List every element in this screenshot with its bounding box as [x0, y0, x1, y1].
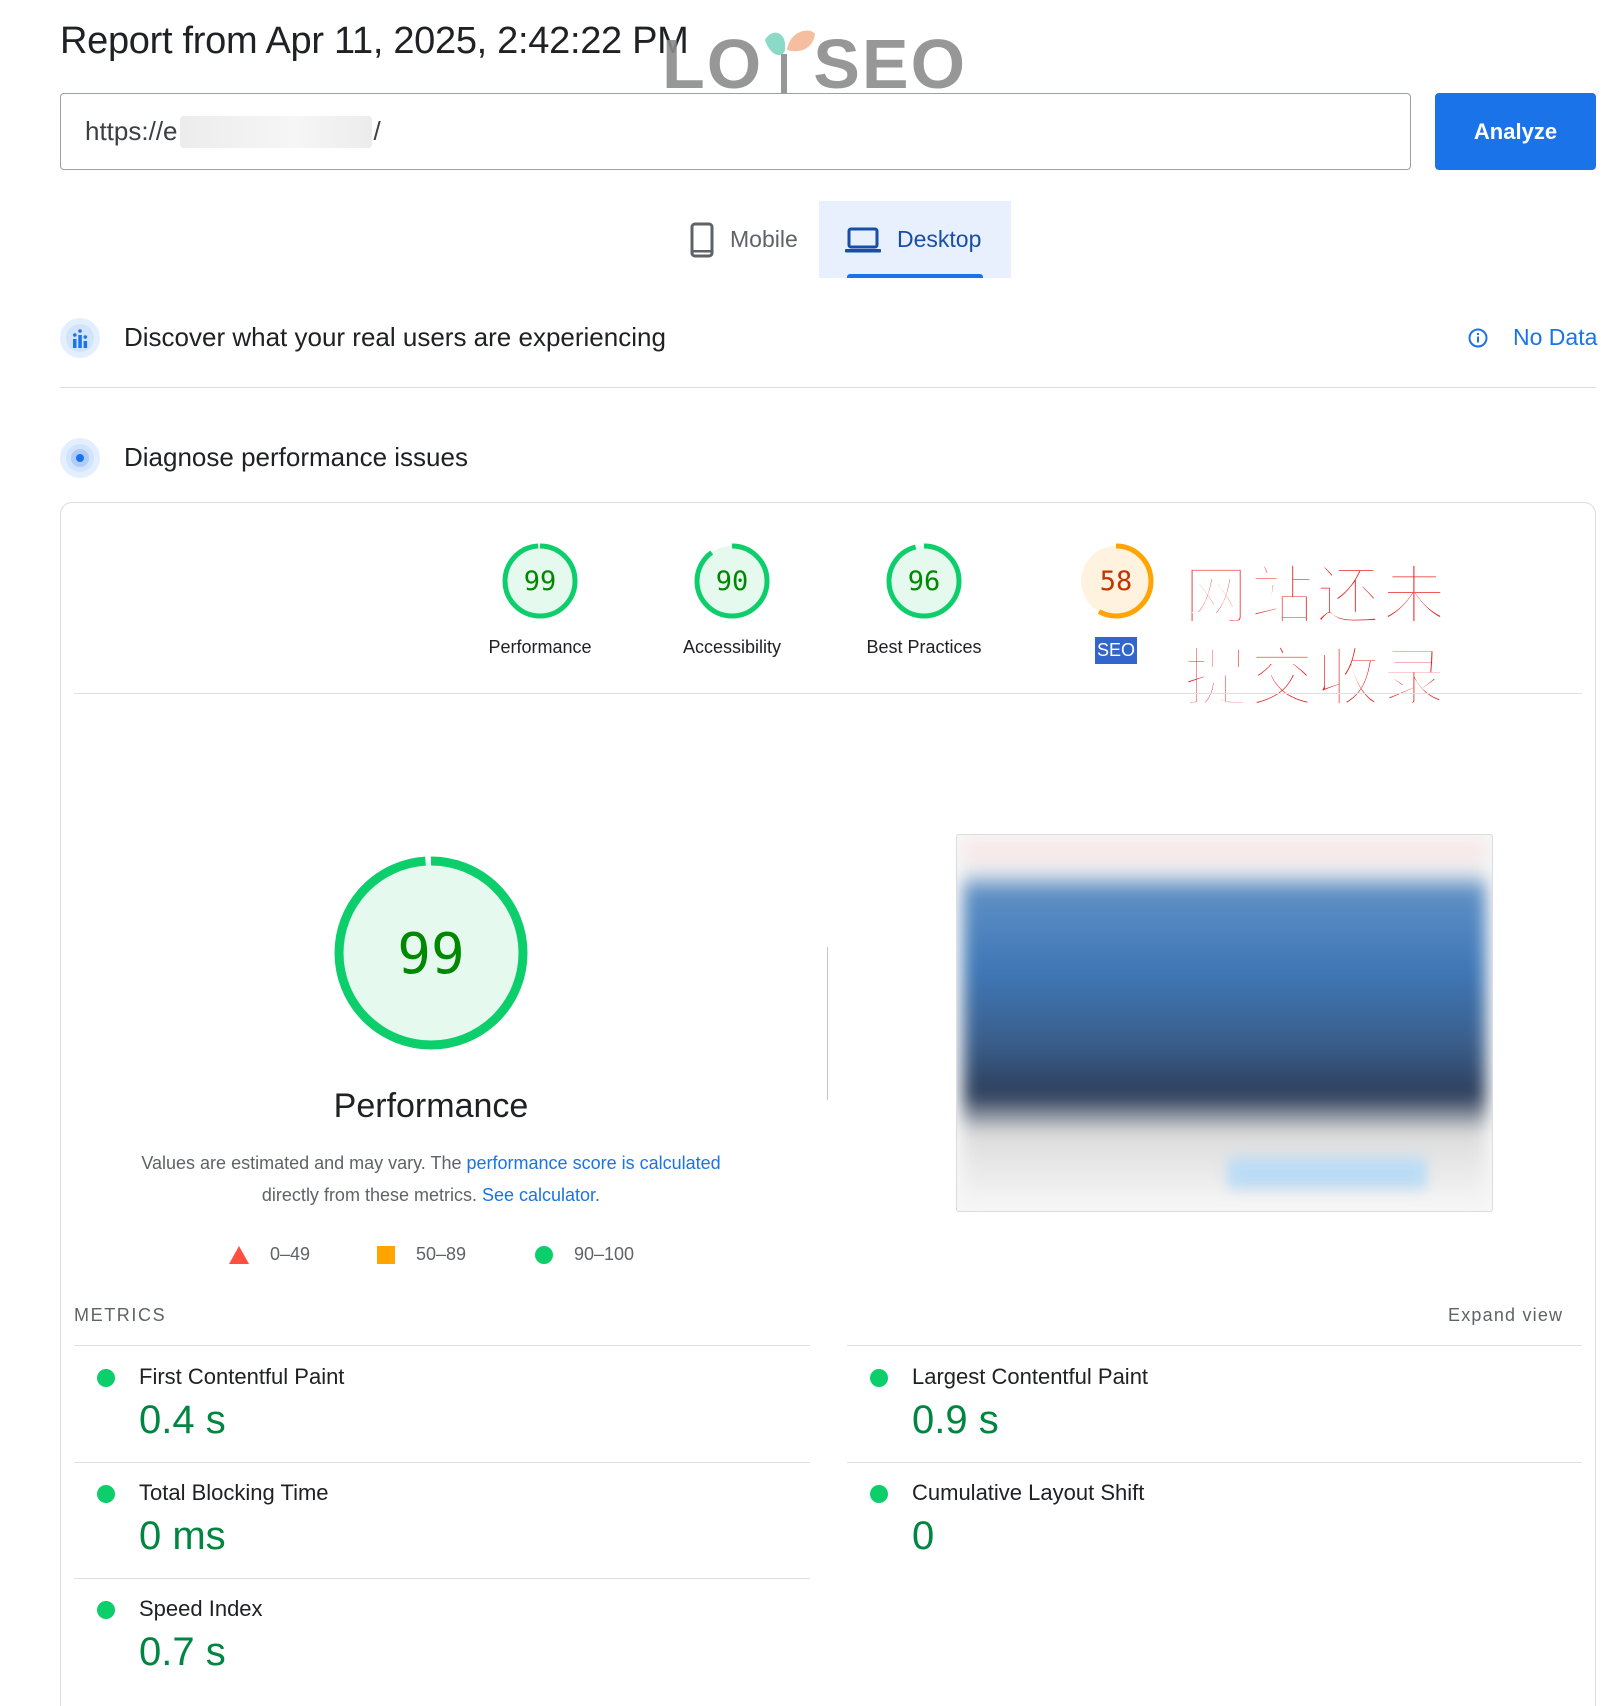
metric-fcp: First Contentful Paint 0.4 s [97, 1364, 344, 1443]
pass-dot-icon [97, 1369, 115, 1387]
tab-mobile[interactable]: Mobile [664, 201, 824, 278]
gauge-seo-label: SEO [1094, 637, 1137, 664]
metric-fcp-name: First Contentful Paint [139, 1364, 345, 1389]
page-screenshot-thumbnail [956, 834, 1493, 1212]
metric-tbt-name: Total Blocking Time [139, 1480, 329, 1505]
url-text-suffix: / [373, 116, 381, 146]
report-title: Report from Apr 11, 2025, 2:42:22 PM [60, 20, 689, 62]
diagnose-title: Diagnose performance issues [124, 442, 468, 472]
gauge-performance-ring: 99 [502, 543, 578, 619]
performance-big-score: 99 [397, 922, 464, 987]
leaf-logo-icon [763, 24, 816, 94]
section-divider [60, 387, 1596, 388]
desc-text-1: Values are estimated and may vary. The [141, 1153, 467, 1173]
loyseo-watermark-logo: LO SEO [662, 24, 967, 104]
metrics-heading: METRICS [74, 1305, 167, 1325]
tab-desktop-label: Desktop [897, 226, 982, 252]
analyze-button[interactable]: Analyze [1435, 93, 1596, 170]
green-circle-icon [534, 1245, 554, 1265]
gauge-best-practices-ring: 96 [886, 543, 962, 619]
score-gauge-best-practices[interactable]: 96 Best Practices [829, 541, 1019, 658]
metric-divider [847, 1462, 1582, 1463]
pass-dot-icon [870, 1485, 888, 1503]
watermark-text-right: SEO [813, 25, 968, 103]
metric-lcp-name: Largest Contentful Paint [912, 1364, 1149, 1389]
no-data-label: No Data [1513, 324, 1598, 350]
pass-dot-icon [870, 1369, 888, 1387]
orange-square-icon [376, 1245, 396, 1265]
metric-tbt-value: 0 ms [139, 1514, 226, 1558]
gauge-best-practices-value: 96 [908, 566, 941, 597]
pass-dot-icon [97, 1485, 115, 1503]
lighthouse-icon [60, 438, 100, 478]
annotation-line-1: 网站还未 [1183, 559, 1448, 633]
expand-view-button[interactable]: Expand view [1448, 1305, 1563, 1326]
desc-text-2: directly from these metrics. [261, 1185, 482, 1205]
metric-divider [74, 1345, 810, 1346]
gauge-seo-ring: 58 [1078, 543, 1154, 619]
metric-lcp: Largest Contentful Paint 0.9 s [870, 1364, 1148, 1443]
card-divider [74, 693, 1582, 694]
active-tab-indicator [847, 274, 983, 278]
url-input[interactable]: https://e / [60, 93, 1411, 170]
metric-fcp-value: 0.4 s [139, 1398, 226, 1442]
gauge-best-practices-label: Best Practices [866, 637, 982, 657]
legend-average-range: 50–89 [416, 1244, 467, 1264]
watermark-text-left: LO [662, 25, 764, 103]
gauge-accessibility-value: 90 [716, 566, 749, 597]
metric-si-value: 0.7 s [139, 1630, 226, 1674]
pass-dot-icon [97, 1601, 115, 1619]
red-triangle-icon [228, 1245, 250, 1265]
tab-mobile-label: Mobile [730, 226, 798, 252]
real-users-title: Discover what your real users are experi… [124, 322, 666, 352]
metric-si-name: Speed Index [139, 1596, 263, 1621]
gauge-accessibility-label: Accessibility [682, 637, 782, 657]
url-text-prefix: https://e [85, 116, 178, 146]
metric-divider [74, 1578, 810, 1579]
score-gauge-performance[interactable]: 99 Performance [445, 541, 635, 658]
metric-divider [847, 1345, 1582, 1346]
annotation-line-2: 提交收录 [1183, 641, 1448, 715]
legend-pass: 90–100 [534, 1244, 634, 1265]
see-calculator-link[interactable]: See calculator. [482, 1185, 600, 1205]
score-gauge-seo[interactable]: 58 SEO [1021, 541, 1211, 664]
performance-big-gauge: 99 [331, 853, 531, 1058]
legend-pass-range: 90–100 [574, 1244, 635, 1264]
smartphone-icon [690, 222, 714, 258]
vertical-divider [827, 947, 828, 1100]
gauge-performance-label: Performance [488, 637, 592, 657]
metric-cls-value: 0 [912, 1514, 935, 1558]
gauge-accessibility-ring: 90 [694, 543, 770, 619]
tab-desktop[interactable]: Desktop [819, 201, 1011, 278]
legend-average: 50–89 [376, 1244, 466, 1265]
metric-lcp-value: 0.9 s [912, 1398, 999, 1442]
score-gauge-accessibility[interactable]: 90 Accessibility [637, 541, 827, 658]
chinese-annotation-overlay: 网站还未 提交收录 [1183, 555, 1448, 719]
metric-si: Speed Index 0.7 s [97, 1596, 263, 1675]
legend-fail-range: 0–49 [270, 1244, 311, 1264]
gauge-performance-value: 99 [524, 566, 557, 597]
score-calculated-link[interactable]: performance score is calculated [467, 1153, 721, 1173]
metric-cls-name: Cumulative Layout Shift [912, 1480, 1145, 1505]
no-data-status[interactable]: No Data [1467, 324, 1597, 351]
performance-description: Values are estimated and may vary. The p… [100, 1147, 762, 1211]
blurred-page-preview [963, 841, 1486, 1205]
metric-tbt: Total Blocking Time 0 ms [97, 1480, 329, 1559]
gauge-seo-value: 58 [1100, 566, 1133, 597]
laptop-icon [845, 226, 881, 254]
metric-cls: Cumulative Layout Shift 0 [870, 1480, 1144, 1559]
legend-fail: 0–49 [228, 1244, 310, 1265]
performance-title: Performance [333, 1087, 529, 1125]
url-redaction-blur [179, 115, 372, 148]
info-icon [1467, 327, 1489, 349]
metric-divider [74, 1462, 810, 1463]
crux-chart-icon [60, 318, 100, 358]
blurred-button-preview [1227, 1157, 1427, 1189]
